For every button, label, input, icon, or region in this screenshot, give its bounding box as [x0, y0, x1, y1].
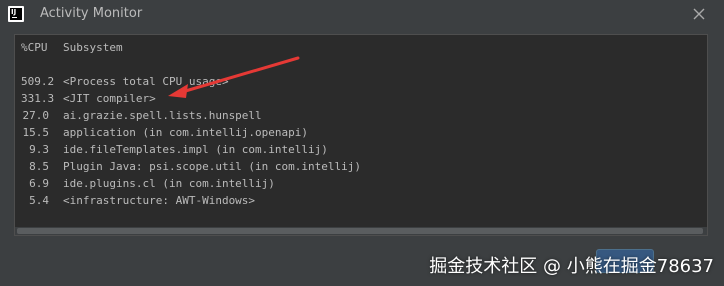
subsystem-cell: application (in com.intellij.openapi) [63, 126, 309, 139]
column-header-subsystem: Subsystem [63, 41, 123, 54]
subsystem-cell: <JIT compiler> [63, 92, 156, 105]
activity-monitor-window: IJ Activity Monitor %CPU Subsystem 509.2… [0, 0, 724, 286]
cpu-cell: 509.2 [21, 75, 55, 88]
subsystem-cell: <infrastructure: AWT-Windows> [63, 194, 256, 207]
cpu-cell: 331.3 [21, 92, 55, 105]
cpu-cell: 9.3 [29, 143, 49, 156]
window-title: Activity Monitor [40, 6, 143, 21]
subsystem-cell: <Process total CPU usage> [63, 75, 229, 88]
activity-table: %CPU Subsystem 509.2 <Process total CPU … [21, 39, 361, 209]
table-row[interactable]: 9.3 ide.fileTemplates.impl (in com.intel… [21, 141, 361, 158]
cpu-cell: 5.4 [29, 194, 49, 207]
table-row[interactable]: 15.5 application (in com.intellij.openap… [21, 124, 361, 141]
table-row[interactable]: 509.2 <Process total CPU usage> [21, 73, 361, 90]
column-header-cpu: %CPU [21, 41, 48, 54]
activity-table-panel[interactable]: %CPU Subsystem 509.2 <Process total CPU … [14, 34, 708, 236]
table-row[interactable]: 6.9 ide.plugins.cl (in com.intellij) [21, 175, 361, 192]
cpu-cell: 6.9 [29, 177, 49, 190]
subsystem-cell: ai.grazie.spell.lists.hunspell [63, 109, 262, 122]
title-bar: IJ Activity Monitor [0, 0, 724, 30]
intellij-app-icon: IJ [8, 6, 24, 22]
close-icon[interactable] [692, 6, 706, 20]
watermark: 掘金技术社区 @ 小熊在掘金78637 [429, 256, 714, 277]
table-row[interactable]: 27.0 ai.grazie.spell.lists.hunspell [21, 107, 361, 124]
scrollbar-thumb[interactable] [17, 228, 703, 234]
subsystem-cell: Plugin Java: psi.scope.util (in com.inte… [63, 160, 362, 173]
table-header: %CPU Subsystem [21, 39, 361, 56]
table-row[interactable]: 331.3 <JIT compiler> [21, 90, 361, 107]
horizontal-scrollbar[interactable] [15, 227, 707, 235]
table-row[interactable]: 5.4 <infrastructure: AWT-Windows> [21, 192, 361, 209]
table-row[interactable]: 8.5 Plugin Java: psi.scope.util (in com.… [21, 158, 361, 175]
cpu-cell: 8.5 [29, 160, 49, 173]
subsystem-cell: ide.fileTemplates.impl (in com.intellij) [63, 143, 328, 156]
cpu-cell: 27.0 [22, 109, 50, 122]
subsystem-cell: ide.plugins.cl (in com.intellij) [63, 177, 275, 190]
cpu-cell: 15.5 [22, 126, 50, 139]
